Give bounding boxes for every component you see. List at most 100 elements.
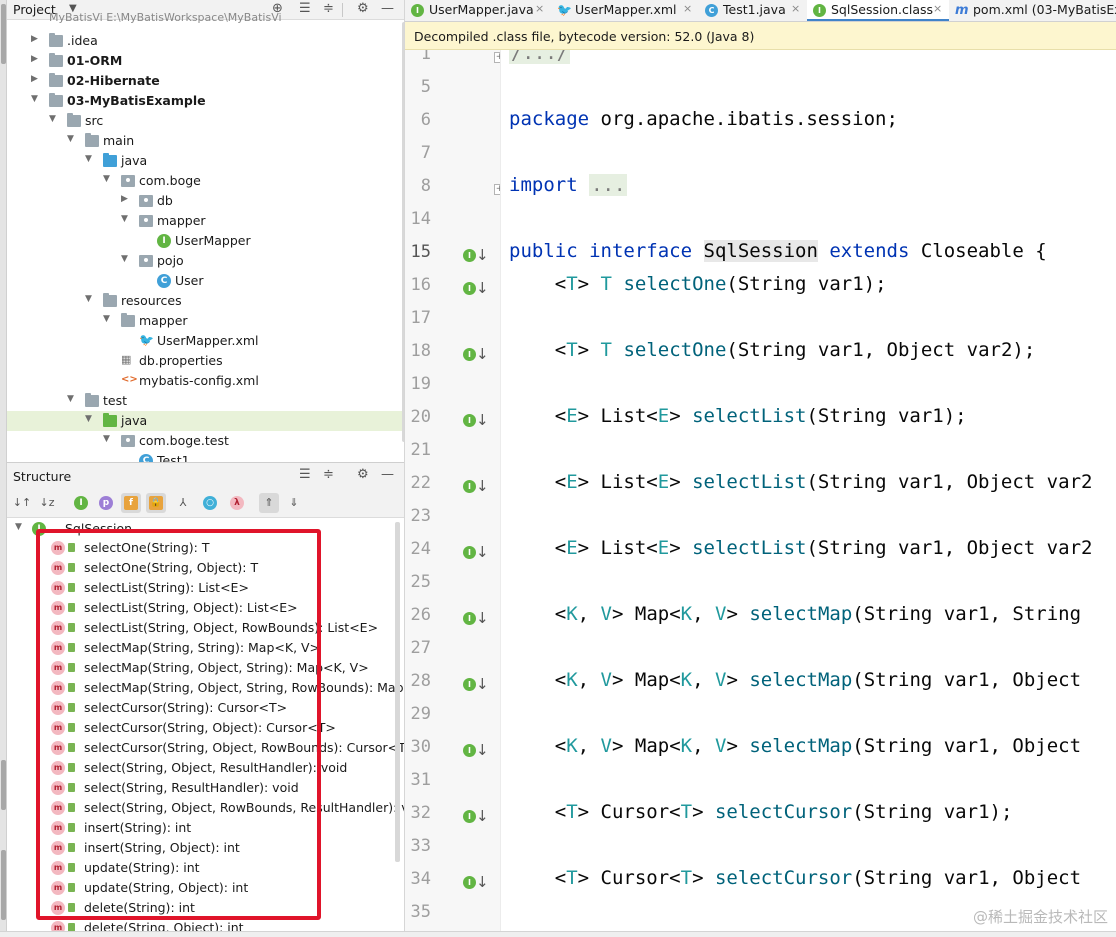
chevron-down-icon[interactable]: ▼ <box>15 522 22 532</box>
show-non-public-icon[interactable]: 🔒 <box>146 493 166 513</box>
implemented-icon[interactable]: I <box>463 282 476 295</box>
code-area[interactable]: /.../ package org.apache.ibatis.session;… <box>501 50 1116 931</box>
fold-expand-icon[interactable]: + <box>494 52 500 63</box>
implemented-icon[interactable]: I <box>463 678 476 691</box>
tree-item[interactable]: ▶ db <box>7 191 404 211</box>
tree-item[interactable]: ▼ src <box>7 111 404 131</box>
autoscroll-to-source-icon[interactable]: ⇑ <box>259 493 279 513</box>
gear-icon[interactable]: ⚙ <box>357 1 369 16</box>
expand-all-icon[interactable]: ☰ <box>299 467 311 482</box>
chevron-down-icon[interactable]: ▼ <box>85 154 92 164</box>
implementations-arrow-icon[interactable]: ↓ <box>476 808 489 824</box>
implementations-arrow-icon[interactable]: ↓ <box>476 676 489 692</box>
chevron-down-icon[interactable]: ▼ <box>67 134 74 144</box>
implemented-icon[interactable]: I <box>463 546 476 559</box>
editor-tab[interactable]: C Test1.java × <box>699 0 807 21</box>
implementations-arrow-icon[interactable]: ↓ <box>476 544 489 560</box>
collapse-all-icon[interactable]: ≑ <box>323 1 334 16</box>
show-properties-icon[interactable]: p <box>96 493 116 513</box>
implementations-arrow-icon[interactable]: ↓ <box>476 412 489 428</box>
implementations-arrow-icon[interactable]: ↓ <box>476 478 489 494</box>
tree-item[interactable]: ▼ pojo <box>7 251 404 271</box>
tree-item[interactable]: ▼ java <box>7 151 404 171</box>
tree-item[interactable]: ▼ 03-MyBatisExample <box>7 91 404 111</box>
tree-item[interactable]: <> mybatis-config.xml <box>7 371 404 391</box>
implemented-icon[interactable]: I <box>463 744 476 757</box>
show-lambda-icon[interactable]: λ <box>227 493 247 513</box>
tree-item[interactable]: ▶ .idea <box>7 31 404 51</box>
sort-alpha-icon[interactable]: ↓z <box>37 493 57 513</box>
show-inherited-icon[interactable]: I <box>71 493 91 513</box>
chevron-down-icon[interactable]: ▼ <box>121 214 128 224</box>
properties-file-icon: ▦ <box>121 353 132 366</box>
tree-item[interactable]: ▶ 02-Hibernate <box>7 71 404 91</box>
editor-tab[interactable]: m pom.xml (03-MyBatisExample) <box>949 0 1116 21</box>
implemented-icon[interactable]: I <box>463 348 476 361</box>
show-anonymous-icon[interactable]: ⅄ <box>173 493 193 513</box>
editor-tab[interactable]: I SqlSession.class × <box>807 0 949 21</box>
fold-expand-icon[interactable]: + <box>494 184 500 195</box>
chevron-down-icon[interactable]: ▼ <box>103 174 110 184</box>
implementations-arrow-icon[interactable]: ↓ <box>476 874 489 890</box>
chevron-down-icon[interactable]: ▼ <box>31 94 38 104</box>
chevron-right-icon[interactable]: ▶ <box>31 54 38 64</box>
expand-all-icon[interactable]: ☰ <box>299 1 311 16</box>
chevron-right-icon[interactable]: ▶ <box>121 194 128 204</box>
editor-tab[interactable]: 🐦 UserMapper.xml × <box>551 0 699 21</box>
implementations-arrow-icon[interactable]: ↓ <box>476 610 489 626</box>
implemented-icon[interactable]: I <box>463 414 476 427</box>
project-panel: Project ▼ ⊕ ☰ ≑ ⚙ — ▶ .idea ▶ 01-ORM ▶ 02-Hib… <box>7 0 405 462</box>
autoscroll-from-source-icon[interactable]: ⇓ <box>284 493 304 513</box>
tree-item[interactable]: C User <box>7 271 404 291</box>
chevron-down-icon[interactable]: ▼ <box>67 394 74 404</box>
editor-tab[interactable]: I UserMapper.java × <box>405 0 551 21</box>
tree-item[interactable]: ▼ mapper <box>7 211 404 231</box>
close-tab-icon[interactable]: × <box>791 2 800 15</box>
tree-item[interactable]: ▦ db.properties <box>7 351 404 371</box>
close-tab-icon[interactable]: × <box>535 2 544 15</box>
sort-visibility-icon[interactable]: ↓↑ <box>12 493 32 513</box>
gear-icon[interactable]: ⚙ <box>357 467 369 482</box>
implementations-arrow-icon[interactable]: ↓ <box>476 346 489 362</box>
chevron-down-icon[interactable]: ▼ <box>85 414 92 424</box>
structure-tool-tab[interactable] <box>1 760 6 810</box>
tree-item[interactable]: C Test1 <box>7 451 404 462</box>
show-lambdas-icon[interactable]: ○ <box>200 493 220 513</box>
close-tab-icon[interactable]: × <box>933 2 942 15</box>
chevron-right-icon[interactable]: ▶ <box>31 34 38 44</box>
minimize-icon[interactable]: — <box>381 467 394 482</box>
structure-scrollbar[interactable] <box>395 522 400 862</box>
chevron-down-icon[interactable]: ▼ <box>103 434 110 444</box>
tree-item[interactable]: ▼ test <box>7 391 404 411</box>
implemented-icon[interactable]: I <box>463 810 476 823</box>
folder-icon <box>85 133 99 147</box>
close-tab-icon[interactable]: × <box>683 2 692 15</box>
tree-item[interactable]: ▼ java <box>7 411 404 431</box>
implemented-icon[interactable]: I <box>463 249 476 262</box>
tree-item[interactable]: ▼ main <box>7 131 404 151</box>
chevron-right-icon[interactable]: ▶ <box>31 74 38 84</box>
project-tool-tab[interactable] <box>1 4 6 64</box>
chevron-down-icon[interactable]: ▼ <box>121 254 128 264</box>
chevron-down-icon[interactable]: ▼ <box>103 314 110 324</box>
show-fields-icon[interactable]: f <box>121 493 141 513</box>
implementations-arrow-icon[interactable]: ↓ <box>476 280 489 296</box>
tree-item[interactable]: ▶ 01-ORM <box>7 51 404 71</box>
tree-item[interactable]: ▼ com.boge <box>7 171 404 191</box>
implemented-icon[interactable]: I <box>463 612 476 625</box>
favorites-tool-tab[interactable] <box>1 850 6 920</box>
implementations-arrow-icon[interactable]: ↓ <box>476 742 489 758</box>
tree-item[interactable]: ▼ resources <box>7 291 404 311</box>
line-number: 21 <box>410 440 431 460</box>
implemented-icon[interactable]: I <box>463 480 476 493</box>
implementations-arrow-icon[interactable]: ↓ <box>476 247 489 263</box>
chevron-down-icon[interactable]: ▼ <box>85 294 92 304</box>
tree-item[interactable]: 🐦 UserMapper.xml <box>7 331 404 351</box>
minimize-icon[interactable]: — <box>381 1 394 16</box>
tree-item[interactable]: I UserMapper <box>7 231 404 251</box>
chevron-down-icon[interactable]: ▼ <box>49 114 56 124</box>
implemented-icon[interactable]: I <box>463 876 476 889</box>
tree-item[interactable]: ▼ mapper <box>7 311 404 331</box>
collapse-all-icon[interactable]: ≑ <box>323 467 334 482</box>
tree-item[interactable]: ▼ com.boge.test <box>7 431 404 451</box>
